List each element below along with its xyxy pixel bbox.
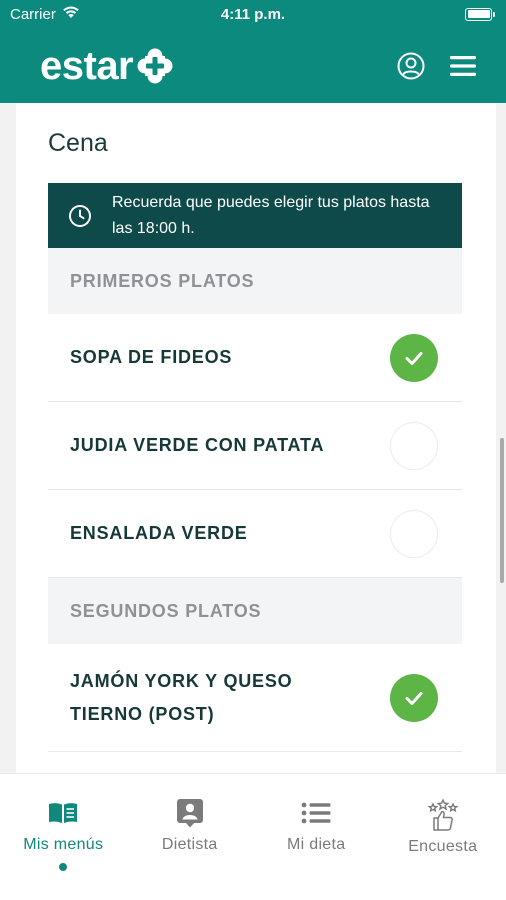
header-actions: [396, 51, 478, 81]
carrier-label: Carrier: [10, 5, 56, 23]
tab-label: Mis menús: [23, 836, 104, 853]
dish-label: SOPA DE FIDEOS: [70, 347, 233, 367]
selection-checkbox[interactable]: [390, 673, 438, 722]
hamburger-icon: [450, 55, 476, 77]
dish-label: ENSALADA VERDE: [70, 523, 248, 543]
category-header-segundos: SEGUNDOS PLATOS: [48, 578, 462, 644]
selection-checkbox[interactable]: [390, 509, 438, 558]
status-left: Carrier: [10, 5, 80, 23]
tab-encuesta[interactable]: Encuesta: [380, 774, 506, 900]
tab-label: Dietista: [161, 836, 218, 853]
book-icon: [47, 798, 79, 828]
list-icon: [301, 798, 331, 828]
dish-list: PRIMEROS PLATOS SOPA DE FIDEOS JUDIA VER…: [48, 248, 462, 752]
tab-bar: Mis menús Dietista Mi dieta Encuesta: [0, 773, 506, 900]
menu-card: Cena Recuerda que puedes elegir tus plat…: [16, 103, 496, 773]
checkmark-icon: [402, 686, 426, 710]
wifi-icon: [62, 5, 80, 23]
user-icon: [397, 52, 425, 80]
selection-checkbox[interactable]: [390, 421, 438, 470]
dish-item[interactable]: JAMÓN YORK Y QUESO TIERNO (POST): [48, 644, 462, 752]
logo-text: estar: [40, 43, 134, 88]
clock-icon: [68, 204, 92, 228]
deadline-notice: Recuerda que puedes elegir tus platos ha…: [48, 183, 462, 248]
tab-mi-dieta[interactable]: Mi dieta: [253, 774, 380, 900]
checkmark-icon: [402, 346, 426, 370]
status-bar: Carrier 4:11 p.m.: [0, 0, 506, 28]
dish-item[interactable]: SOPA DE FIDEOS: [48, 314, 462, 402]
tab-mis-menus[interactable]: Mis menús: [0, 774, 127, 900]
category-header-primeros: PRIMEROS PLATOS: [48, 248, 462, 314]
battery-icon: [465, 7, 495, 21]
app-header: estar: [0, 28, 506, 103]
app-logo: estar: [40, 46, 173, 86]
menu-button[interactable]: [448, 51, 478, 81]
active-tab-dot: [59, 863, 68, 871]
dish-item[interactable]: JUDIA VERDE CON PATATA: [48, 402, 462, 490]
notice-text: Recuerda que puedes elegir tus platos ha…: [112, 193, 430, 237]
selection-checkbox[interactable]: [390, 333, 438, 382]
dish-label: JAMÓN YORK Y QUESO TIERNO (POST): [70, 670, 293, 724]
dish-item[interactable]: ENSALADA VERDE: [48, 490, 462, 578]
scroll-indicator[interactable]: [500, 438, 504, 583]
section-title: Cena: [48, 129, 108, 157]
logo-cross-icon: [137, 48, 173, 84]
dish-label: JUDIA VERDE CON PATATA: [70, 435, 325, 455]
survey-icon: [426, 798, 460, 832]
profile-button[interactable]: [396, 51, 426, 81]
tab-dietista[interactable]: Dietista: [127, 774, 254, 900]
tab-label: Mi dieta: [287, 836, 346, 853]
tab-label: Encuesta: [408, 838, 478, 855]
dietitian-icon: [176, 798, 204, 828]
